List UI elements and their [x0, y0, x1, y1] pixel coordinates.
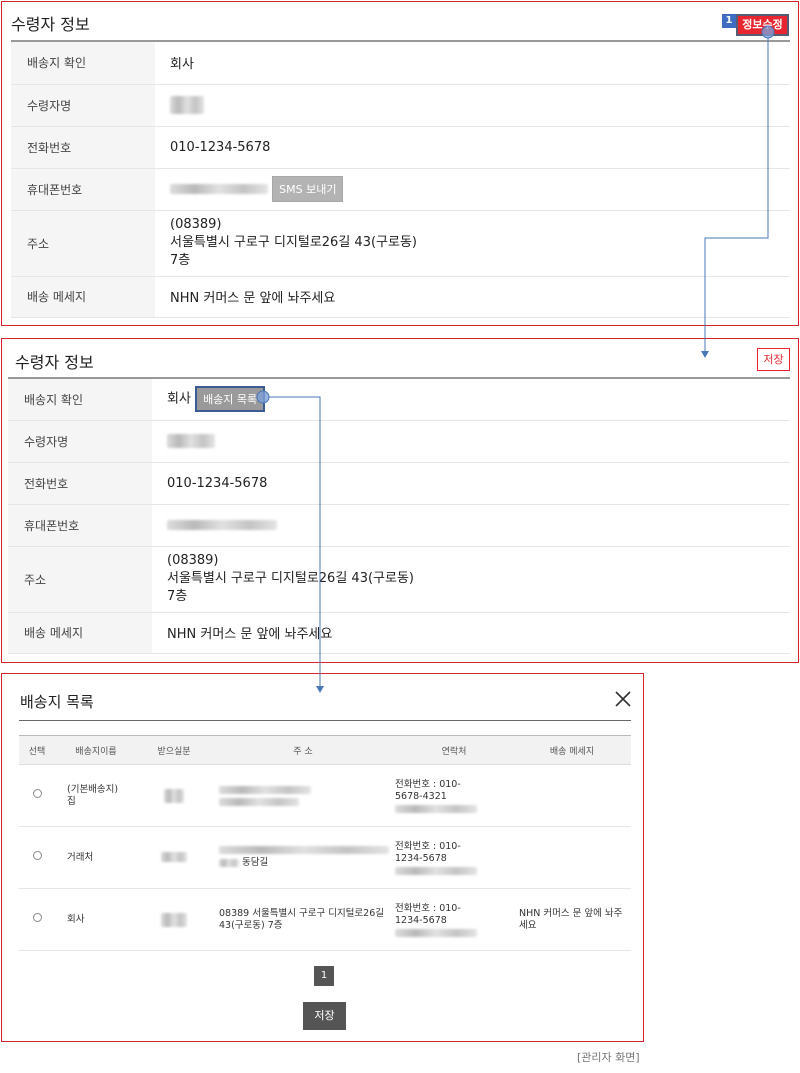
name-label: 수령자명 [11, 84, 155, 127]
modal-save-button[interactable]: 저장 [303, 1002, 346, 1030]
row-mobile: 휴대폰번호 SMS 보내기 [11, 168, 790, 211]
row-message: NHN 커머스 문 앞에 놔주세요 [513, 888, 631, 951]
table-row: (기본배송지) 집 전화번호 : 010- 5678-4321 [19, 764, 631, 827]
table-header-row: 선택 배송지이름 받으실분 주 소 연락처 배송 메세지 [19, 735, 631, 765]
address-label: 주소 [11, 210, 155, 277]
row-message: 배송 메세지 NHN 커머스 문 앞에 놔주세요 [8, 612, 790, 654]
panel-title: 수령자 정보 [15, 353, 94, 372]
row-phone-line2: 1234-5678 [395, 852, 447, 864]
recipient-info-table: 배송지 확인 회사 수령자명 전화번호 010-1234-5678 휴대폰번호 … [11, 42, 790, 318]
row-delivery: 배송지 확인 회사 배송지 목록 [8, 379, 790, 421]
row-name-line1: 회사 [67, 913, 85, 925]
row-name-line2: 집 [67, 795, 76, 807]
row-phone-prefix: 전화번호 : 010- [395, 902, 461, 914]
row-phone-line2: 1234-5678 [395, 914, 447, 926]
message-label: 배송 메세지 [8, 612, 152, 654]
row-name: 수령자명 [11, 84, 790, 127]
blurred-address [219, 797, 299, 806]
modal-title: 배송지 목록 [20, 693, 94, 711]
panel-title: 수령자 정보 [11, 15, 90, 34]
row-phone-prefix: 전화번호 : 010- [395, 778, 461, 790]
table-row: 회사 08389 서울특별시 구로구 디지털로26길 43(구로동) 7층 전화… [19, 888, 631, 951]
delivery-value: 회사 [167, 391, 191, 407]
message-label: 배송 메세지 [11, 276, 155, 318]
row-message [513, 826, 631, 889]
save-button[interactable]: 저장 [757, 348, 790, 371]
blurred-mobile [167, 520, 277, 530]
select-radio[interactable] [32, 851, 42, 860]
row-address-suffix: 동담길 [242, 857, 269, 868]
row-phone: 전화번호 010-1234-5678 [8, 462, 790, 505]
modal-title-divider [19, 720, 631, 721]
row-phone: 전화번호 010-1234-5678 [11, 126, 790, 169]
col-contact: 연락처 [395, 735, 513, 765]
blurred-name [167, 434, 215, 448]
select-radio[interactable] [32, 789, 42, 798]
col-recipient: 받으실분 [137, 735, 211, 765]
row-address: 주소 (08389) 서울특별시 구로구 디지털로26길 43(구로동) 7층 [11, 210, 790, 277]
recipient-info-panel-view: 수령자 정보 1 정보수정 배송지 확인 회사 수령자명 전화번호 010-12… [1, 1, 799, 326]
blurred-recipient [164, 788, 184, 803]
select-radio[interactable] [32, 913, 42, 922]
recipient-info-table: 배송지 확인 회사 배송지 목록 수령자명 전화번호 010-1234-5678… [8, 379, 790, 654]
address-line1: 서울특별시 구로구 디지털로26길 43(구로동) [170, 235, 417, 250]
blurred-mobile [170, 184, 268, 194]
blurred-mobile [395, 928, 477, 937]
delivery-list-table: 선택 배송지이름 받으실분 주 소 연락처 배송 메세지 (기본배송지) 집 전… [19, 735, 631, 951]
blurred-name [170, 96, 204, 114]
row-message: 배송 메세지 NHN 커머스 문 앞에 놔주세요 [11, 276, 790, 318]
close-icon[interactable] [614, 690, 632, 708]
phone-value: 010-1234-5678 [152, 462, 790, 505]
phone-label: 전화번호 [11, 126, 155, 169]
mobile-label: 휴대폰번호 [11, 168, 155, 211]
delivery-list-modal: 배송지 목록 선택 배송지이름 받으실분 주 소 연락처 배송 메세지 (기본배… [1, 673, 644, 1042]
page-1-button[interactable]: 1 [314, 966, 334, 986]
col-name: 배송지이름 [55, 735, 137, 765]
row-phone-prefix: 전화번호 : 010- [395, 840, 461, 852]
message-value: NHN 커머스 문 앞에 놔주세요 [152, 612, 790, 654]
blurred-address [219, 846, 389, 854]
address-label: 주소 [8, 546, 152, 613]
edit-info-button[interactable]: 정보수정 [736, 14, 789, 36]
row-name-line1: 거래처 [67, 851, 94, 863]
name-label: 수령자명 [8, 420, 152, 463]
blurred-mobile [395, 866, 477, 875]
col-message: 배송 메세지 [513, 735, 631, 765]
address-line2: 7층 [167, 589, 188, 604]
blurred-address [219, 785, 311, 794]
blurred-recipient [161, 852, 187, 862]
address-zip: (08389) [167, 553, 219, 568]
row-mobile: 휴대폰번호 [8, 504, 790, 547]
row-name-line1: (기본배송지) [67, 783, 119, 795]
phone-value: 010-1234-5678 [155, 126, 790, 169]
step-badge: 1 [722, 14, 736, 28]
message-value: NHN 커머스 문 앞에 놔주세요 [155, 276, 790, 318]
phone-label: 전화번호 [8, 462, 152, 505]
delivery-value: 회사 [155, 42, 790, 85]
blurred-address [219, 858, 239, 867]
blurred-mobile [395, 804, 477, 813]
address-line1: 서울특별시 구로구 디지털로26길 43(구로동) [167, 571, 414, 586]
table-row: 거래처 동담길 전화번호 : 010- 1234-5678 [19, 826, 631, 889]
row-delivery: 배송지 확인 회사 [11, 42, 790, 85]
recipient-info-panel-edit: 수령자 정보 저장 배송지 확인 회사 배송지 목록 수령자명 전화번호 010… [1, 338, 799, 663]
address-line2: 7층 [170, 253, 191, 268]
mobile-label: 휴대폰번호 [8, 504, 152, 547]
row-phone-line2: 5678-4321 [395, 790, 447, 802]
row-name: 수령자명 [8, 420, 790, 463]
blurred-recipient [161, 912, 187, 927]
col-select: 선택 [19, 735, 55, 765]
delivery-list-button[interactable]: 배송지 목록 [195, 386, 266, 413]
row-address: 08389 서울특별시 구로구 디지털로26길 43(구로동) 7층 [211, 888, 395, 951]
caption: [관리자 화면] [577, 1051, 640, 1064]
row-address: 주소 (08389) 서울특별시 구로구 디지털로26길 43(구로동) 7층 [8, 546, 790, 613]
address-zip: (08389) [170, 217, 222, 232]
delivery-label: 배송지 확인 [8, 379, 152, 421]
col-address: 주 소 [211, 735, 395, 765]
sms-send-button[interactable]: SMS 보내기 [272, 176, 344, 202]
row-message [513, 764, 631, 827]
delivery-label: 배송지 확인 [11, 42, 155, 85]
